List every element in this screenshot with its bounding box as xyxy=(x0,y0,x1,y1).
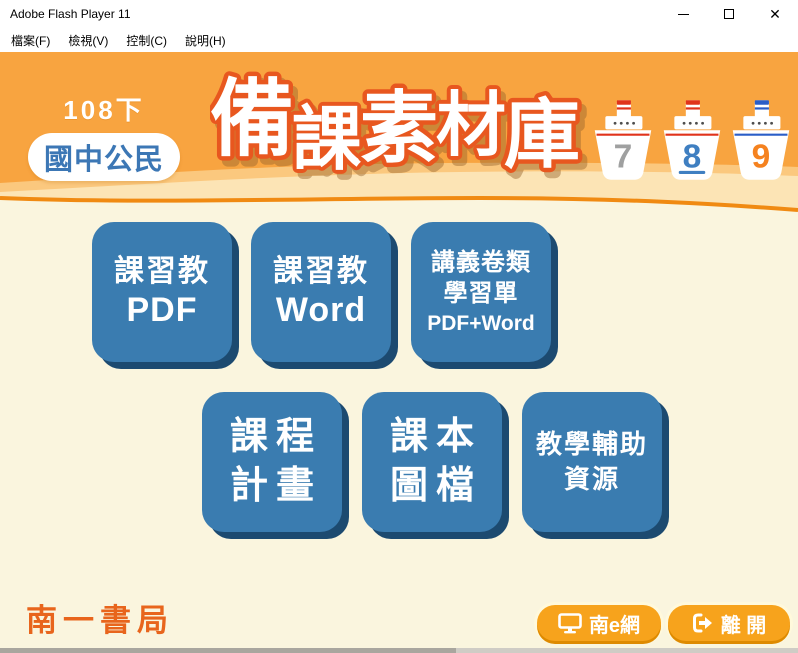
button-line: 課習教 xyxy=(273,253,369,291)
ship-cabin xyxy=(743,116,780,129)
button-line: PDF+Word xyxy=(427,310,535,337)
subject-pill: 國中公民 xyxy=(28,133,180,181)
button-line: Word xyxy=(276,290,366,331)
scrollbar-segment xyxy=(0,648,456,653)
ship-funnel-line xyxy=(755,107,769,109)
window-title: Adobe Flash Player 11 xyxy=(0,7,660,21)
grade-7-ship-button[interactable]: 7 xyxy=(593,98,653,182)
button-line: 學習單 xyxy=(444,278,519,309)
nan-e-web-button[interactable]: 南e網 xyxy=(537,605,661,641)
menu-help[interactable]: 說明(H) xyxy=(176,29,235,52)
maximize-icon xyxy=(724,9,734,19)
semester-label: 108下 xyxy=(28,90,180,127)
nan-e-web-label: 南e網 xyxy=(589,609,640,638)
minimize-icon xyxy=(678,14,689,15)
grade-8-number: 8 xyxy=(683,138,702,175)
button-handouts-worksheets[interactable]: 講義卷類 學習單 PDF+Word xyxy=(411,222,551,362)
ship-funnel-line xyxy=(617,107,631,109)
exit-label: 離 開 xyxy=(721,609,767,638)
button-curriculum-plan[interactable]: 課程 計畫 xyxy=(202,392,342,532)
menu-control[interactable]: 控制(C) xyxy=(117,29,176,52)
button-kexijiao-word[interactable]: 課習教 Word xyxy=(251,222,391,362)
edition-badge: 108下 國中公民 xyxy=(28,90,180,181)
subject-label: 國中公民 xyxy=(44,136,164,178)
exit-icon xyxy=(692,613,714,633)
bottom-scrollbar-strip xyxy=(0,648,798,653)
button-line: 計畫 xyxy=(222,462,322,511)
grade-8-ship-button[interactable]: 8 xyxy=(662,98,722,182)
ship-funnel-stripe xyxy=(686,100,700,104)
button-line: 資源 xyxy=(564,462,620,497)
button-textbook-images[interactable]: 課本 圖檔 xyxy=(362,392,502,532)
title-char-5: 庫 xyxy=(504,93,580,178)
button-line: 課程 xyxy=(222,413,322,462)
button-line: 講義卷類 xyxy=(431,247,531,278)
monitor-icon xyxy=(558,613,582,634)
title-char-4: 材 xyxy=(436,86,506,164)
grade-9-ship-button[interactable]: 9 xyxy=(731,98,791,182)
grade-9-number: 9 xyxy=(752,138,771,175)
flash-player-window: Adobe Flash Player 11 ✕ 檔案(F) 檢視(V) 控制(C… xyxy=(0,0,798,653)
ship-cabin xyxy=(605,116,642,129)
maximize-button[interactable] xyxy=(706,0,752,28)
scrollbar-segment xyxy=(456,648,798,653)
ship-cabin xyxy=(674,116,711,129)
ship-funnel-stripe xyxy=(617,100,631,104)
button-line: 教學輔助 xyxy=(536,427,648,462)
button-line: 課本 xyxy=(382,413,482,462)
menu-file[interactable]: 檔案(F) xyxy=(2,29,59,52)
title-char-2: 課 xyxy=(292,100,362,178)
exit-button[interactable]: 離 開 xyxy=(668,605,790,641)
button-teaching-aid-resources[interactable]: 教學輔助 資源 xyxy=(522,392,662,532)
button-line: 圖檔 xyxy=(382,462,482,511)
minimize-button[interactable] xyxy=(660,0,706,28)
button-line: 課習教 xyxy=(114,253,210,291)
window-titlebar: Adobe Flash Player 11 ✕ xyxy=(0,0,798,28)
menu-view[interactable]: 檢視(V) xyxy=(59,29,117,52)
title-char-1: 備 xyxy=(210,72,294,166)
ship-funnel-line xyxy=(686,107,700,109)
page-header: 108下 國中公民 備 課 素 材 庫 xyxy=(0,52,798,222)
publisher-logo: 南一書局 xyxy=(26,595,174,640)
flash-stage: 108下 國中公民 備 課 素 材 庫 xyxy=(0,52,798,653)
close-button[interactable]: ✕ xyxy=(752,0,798,28)
ship-funnel-stripe xyxy=(755,100,769,104)
button-line: PDF xyxy=(127,290,198,331)
grade-ship-selector: 7 8 xyxy=(593,98,791,182)
app-title: 備 課 素 材 庫 xyxy=(210,60,592,188)
grade-7-number: 7 xyxy=(614,138,633,175)
title-char-3: 素 xyxy=(360,84,438,172)
menu-bar: 檔案(F) 檢視(V) 控制(C) 說明(H) xyxy=(0,28,798,52)
close-icon: ✕ xyxy=(769,7,781,21)
button-kexijiao-pdf[interactable]: 課習教 PDF xyxy=(92,222,232,362)
window-controls: ✕ xyxy=(660,0,798,28)
grade-8-selected-underline xyxy=(679,171,705,174)
